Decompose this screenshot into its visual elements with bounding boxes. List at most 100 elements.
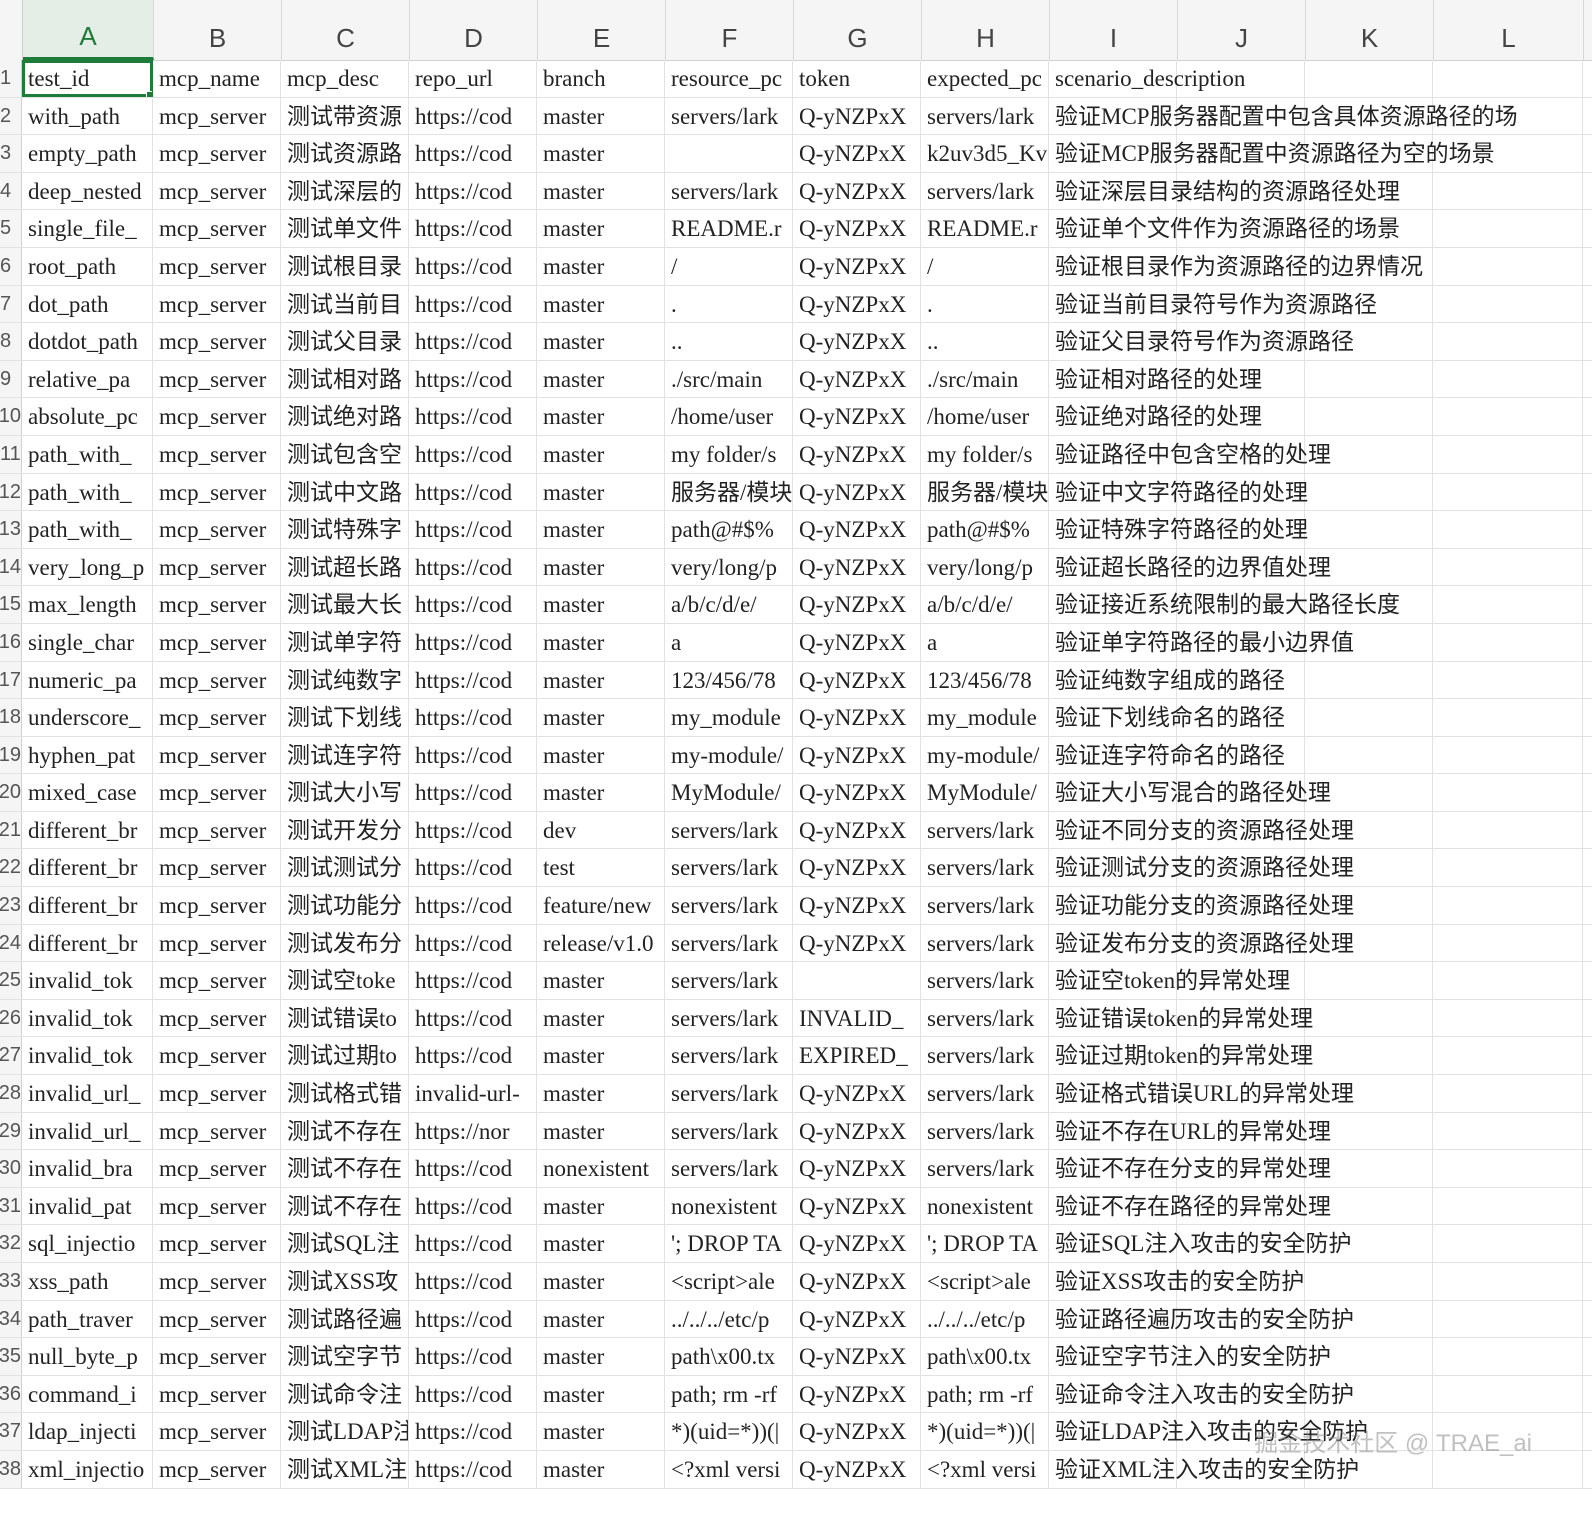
cell-h14[interactable]: very/long/p	[921, 548, 1049, 586]
cell-l14[interactable]	[1433, 548, 1583, 586]
cell-d5[interactable]: https://cod	[409, 210, 537, 247]
cell-c16[interactable]: 测试单字符	[281, 623, 409, 661]
row-number[interactable]: 2	[0, 97, 22, 135]
cell-e32[interactable]: master	[537, 1225, 665, 1262]
cell-b12[interactable]: mcp_server	[153, 473, 281, 511]
cell-e24[interactable]: release/v1.0	[537, 924, 665, 962]
cell-g5[interactable]: Q-yNZPxX	[793, 210, 921, 247]
cell-a23[interactable]: different_br	[22, 887, 153, 924]
row-number[interactable]: 32	[0, 1225, 22, 1262]
cell-k27[interactable]	[1305, 1037, 1433, 1075]
cell-i8[interactable]: 验证父目录符号作为资源路径	[1049, 323, 1354, 360]
cell-d4[interactable]: https://cod	[409, 172, 537, 210]
cell-h15[interactable]: a/b/c/d/e/	[921, 586, 1049, 623]
cell-f17[interactable]: 123/456/78	[665, 661, 793, 699]
cell-d30[interactable]: https://cod	[409, 1150, 537, 1187]
cell-h16[interactable]: a	[921, 623, 1049, 661]
cell-d33[interactable]: https://cod	[409, 1263, 537, 1300]
cell-g23[interactable]: Q-yNZPxX	[793, 887, 921, 924]
cell-e26[interactable]: master	[537, 999, 665, 1037]
cell-i30[interactable]: 验证不存在分支的异常处理	[1049, 1150, 1331, 1187]
cell-e33[interactable]: master	[537, 1263, 665, 1300]
cell-h23[interactable]: servers/lark	[921, 887, 1049, 924]
cell-a3[interactable]: empty_path	[22, 135, 153, 172]
cell-g26[interactable]: INVALID_	[793, 999, 921, 1037]
cell-a31[interactable]: invalid_pat	[22, 1187, 153, 1225]
row-number[interactable]: 10	[0, 398, 22, 435]
cell-e16[interactable]: master	[537, 623, 665, 661]
cell-h37[interactable]: *)(uid=*))(|	[921, 1413, 1049, 1450]
cell-a21[interactable]: different_br	[22, 811, 153, 849]
cell-e12[interactable]: master	[537, 473, 665, 511]
row-number[interactable]: 20	[0, 774, 22, 811]
row-number[interactable]: 14	[0, 548, 22, 586]
cell-b13[interactable]: mcp_server	[153, 511, 281, 548]
cell-c30[interactable]: 测试不存在	[281, 1150, 409, 1187]
cell-c5[interactable]: 测试单文件	[281, 210, 409, 247]
cell-f31[interactable]: nonexistent	[665, 1187, 793, 1225]
cell-a6[interactable]: root_path	[22, 247, 153, 285]
cell-i23[interactable]: 验证功能分支的资源路径处理	[1049, 887, 1354, 924]
cell-b31[interactable]: mcp_server	[153, 1187, 281, 1225]
row-number[interactable]: 7	[0, 285, 22, 323]
cell-l12[interactable]	[1433, 473, 1583, 511]
cell-a7[interactable]: dot_path	[22, 285, 153, 323]
cell-f23[interactable]: servers/lark	[665, 887, 793, 924]
cell-l10[interactable]	[1433, 398, 1583, 435]
cell-c22[interactable]: 测试测试分	[281, 849, 409, 887]
cell-a34[interactable]: path_traver	[22, 1300, 153, 1338]
cell-f35[interactable]: path\x00.tx	[665, 1338, 793, 1375]
cell-f20[interactable]: MyModule/	[665, 774, 793, 811]
cell-h32[interactable]: '; DROP TA	[921, 1225, 1049, 1262]
cell-g32[interactable]: Q-yNZPxX	[793, 1225, 921, 1262]
row-number[interactable]: 9	[0, 360, 22, 398]
cell-i27[interactable]: 验证过期token的异常处理	[1049, 1037, 1313, 1075]
row-number[interactable]: 38	[0, 1450, 22, 1488]
row-number[interactable]: 29	[0, 1112, 22, 1150]
cell-g8[interactable]: Q-yNZPxX	[793, 323, 921, 360]
cell-d32[interactable]: https://cod	[409, 1225, 537, 1262]
cell-l27[interactable]	[1433, 1037, 1583, 1075]
cell-g27[interactable]: EXPIRED_	[793, 1037, 921, 1075]
cell-i20[interactable]: 验证大小写混合的路径处理	[1049, 774, 1331, 811]
cell-c21[interactable]: 测试开发分	[281, 811, 409, 849]
cell-h11[interactable]: my folder/s	[921, 435, 1049, 473]
cell-i17[interactable]: 验证纯数字组成的路径	[1049, 661, 1285, 699]
row-number[interactable]: 25	[0, 962, 22, 999]
cell-c32[interactable]: 测试SQL注	[281, 1225, 409, 1262]
cell-c4[interactable]: 测试深层的	[281, 172, 409, 210]
cell-c8[interactable]: 测试父目录	[281, 323, 409, 360]
cell-c17[interactable]: 测试纯数字	[281, 661, 409, 699]
cell-b14[interactable]: mcp_server	[153, 548, 281, 586]
cell-k18[interactable]	[1305, 699, 1433, 736]
cell-a1[interactable]: test_id	[22, 60, 153, 97]
cell-k12[interactable]	[1305, 473, 1433, 511]
cell-l5[interactable]	[1433, 210, 1583, 247]
cell-c36[interactable]: 测试命令注	[281, 1375, 409, 1413]
cell-b34[interactable]: mcp_server	[153, 1300, 281, 1338]
cell-c23[interactable]: 测试功能分	[281, 887, 409, 924]
cell-h38[interactable]: <?xml versi	[921, 1450, 1049, 1488]
row-number[interactable]: 24	[0, 924, 22, 962]
cell-e21[interactable]: dev	[537, 811, 665, 849]
cell-h34[interactable]: ../../../etc/p	[921, 1300, 1049, 1338]
cell-h1[interactable]: expected_pc	[921, 60, 1049, 97]
cell-d2[interactable]: https://cod	[409, 97, 537, 135]
cell-l32[interactable]	[1433, 1225, 1583, 1262]
cell-a29[interactable]: invalid_url_	[22, 1112, 153, 1150]
cell-e7[interactable]: master	[537, 285, 665, 323]
cell-g34[interactable]: Q-yNZPxX	[793, 1300, 921, 1338]
cell-d38[interactable]: https://cod	[409, 1450, 537, 1488]
cell-k13[interactable]	[1305, 511, 1433, 548]
cell-g18[interactable]: Q-yNZPxX	[793, 699, 921, 736]
cell-g7[interactable]: Q-yNZPxX	[793, 285, 921, 323]
cell-d18[interactable]: https://cod	[409, 699, 537, 736]
cell-b11[interactable]: mcp_server	[153, 435, 281, 473]
cell-h17[interactable]: 123/456/78	[921, 661, 1049, 699]
cell-h8[interactable]: ..	[921, 323, 1049, 360]
cell-l28[interactable]	[1433, 1075, 1583, 1112]
cell-k17[interactable]	[1305, 661, 1433, 699]
cell-i24[interactable]: 验证发布分支的资源路径处理	[1049, 924, 1354, 962]
cell-d19[interactable]: https://cod	[409, 736, 537, 774]
cell-i13[interactable]: 验证特殊字符路径的处理	[1049, 511, 1308, 548]
